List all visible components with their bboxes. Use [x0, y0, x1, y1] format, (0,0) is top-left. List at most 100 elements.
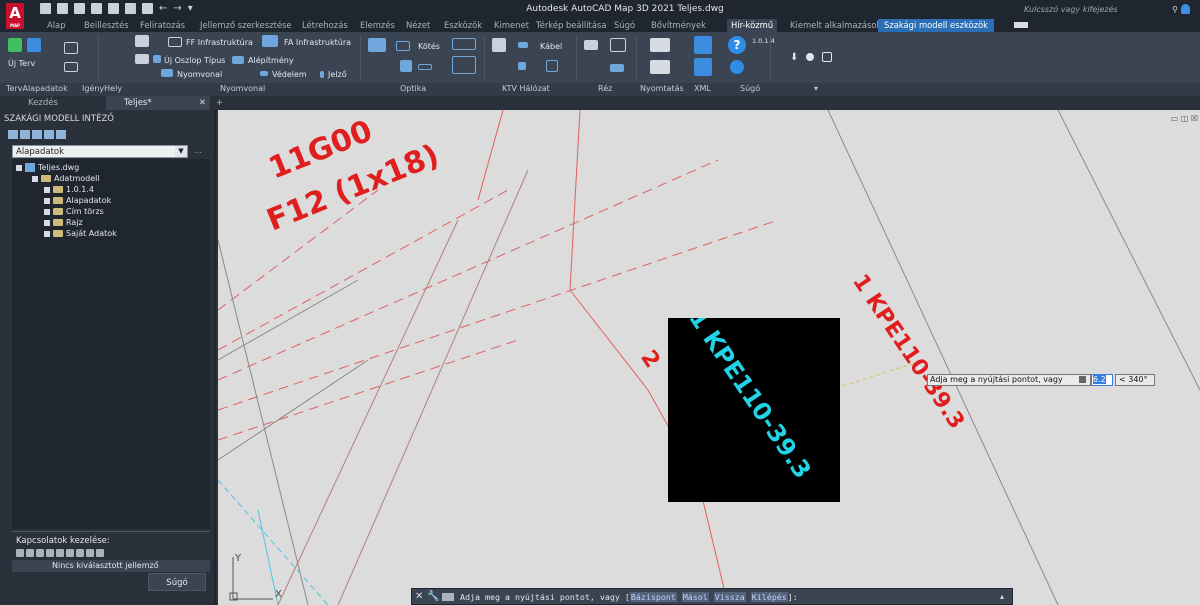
tab-nezet[interactable]: Nézet: [406, 19, 430, 32]
info-small-icon[interactable]: [806, 53, 814, 61]
print-layout-icon[interactable]: [650, 38, 670, 52]
tab-kimenet[interactable]: Kimenet: [494, 19, 529, 32]
tab-beillesztes[interactable]: Beillesztés: [84, 19, 129, 32]
customize-icon[interactable]: 🔧: [427, 591, 439, 602]
expand-node-icon[interactable]: [44, 219, 50, 226]
ktv-tap-icon[interactable]: [546, 60, 558, 72]
edit-plan-icon[interactable]: [27, 38, 41, 52]
option-kilepes[interactable]: Kilépés: [750, 592, 788, 602]
close-tab-icon[interactable]: ✕: [199, 96, 206, 110]
ff-infrastructure-button[interactable]: FF Infrastruktúra: [186, 38, 253, 47]
tab-hir-kozmu[interactable]: Hír-közmű: [727, 19, 778, 32]
option-masol[interactable]: Másol: [681, 592, 709, 602]
tree-root[interactable]: Teljes.dwg: [16, 163, 79, 172]
tree-item[interactable]: 1.0.1.4: [44, 185, 94, 194]
expand-node-icon[interactable]: [44, 197, 50, 204]
panel-nyomvonal[interactable]: Nyomvonal: [220, 84, 265, 93]
tab-bovitmenyek[interactable]: Bővítmények: [651, 19, 706, 32]
panel-sugo[interactable]: Súgó: [740, 84, 760, 93]
expand-node-icon[interactable]: [44, 186, 50, 193]
prompt-options-icon[interactable]: [1079, 376, 1086, 383]
workspace-switch-icon[interactable]: [1014, 22, 1028, 28]
command-line[interactable]: ✕ 🔧 Adja meg a nyújtási pontot, vagy [Bá…: [411, 588, 1013, 605]
search-icon[interactable]: ⚲: [1172, 3, 1178, 16]
dataset-select[interactable]: Alapadatok ▼: [12, 145, 188, 158]
tab-terkep-beallitasa[interactable]: Térkép beállítása: [536, 19, 606, 32]
option-vissza[interactable]: Vissza: [713, 592, 746, 602]
table-icon[interactable]: [26, 549, 34, 557]
copper-box-icon[interactable]: [610, 64, 624, 72]
protection-button[interactable]: Védelem: [272, 70, 307, 79]
close-command-icon[interactable]: ✕: [415, 591, 423, 602]
command-history-icon[interactable]: [442, 593, 454, 601]
optic-node-icon[interactable]: [400, 60, 412, 72]
command-dropdown-icon[interactable]: ▴: [1000, 592, 1004, 601]
link-icon[interactable]: [66, 549, 74, 557]
drawing-canvas[interactable]: ▭ ◫ ☒ 11G00 F12 (1x18) 1 KPE110-39.3 2 1…: [218, 110, 1200, 605]
chevron-down-icon[interactable]: ▼: [175, 146, 187, 157]
help-icon[interactable]: ?: [728, 36, 746, 54]
tab-feliratozas[interactable]: Feliratozás: [140, 19, 185, 32]
panel-nyomtatas[interactable]: Nyomtatás: [640, 84, 684, 93]
expand-node-icon[interactable]: [44, 208, 50, 215]
edit-small-icon[interactable]: [822, 52, 832, 62]
new-plan-button[interactable]: Új Terv: [8, 59, 35, 68]
collapse-icon[interactable]: [32, 175, 38, 182]
cable-button[interactable]: Kábel: [540, 42, 562, 51]
viewport-controls-icon[interactable]: ▭ ◫ ☒: [1171, 114, 1198, 123]
new-tab-icon[interactable]: +: [212, 96, 228, 110]
filter-icon[interactable]: [20, 130, 30, 139]
settings-icon[interactable]: [56, 130, 66, 139]
help-button[interactable]: Súgó: [148, 573, 206, 591]
expand-node-icon[interactable]: [44, 230, 50, 237]
angle-input[interactable]: < 340°: [1115, 374, 1155, 386]
new-plan-icon[interactable]: [8, 38, 22, 52]
panel-ktv-halozat[interactable]: KTV Hálózat: [502, 84, 550, 93]
pointer-icon[interactable]: [46, 549, 54, 557]
optic-icon[interactable]: [368, 38, 386, 52]
igenyhely-icon[interactable]: [64, 42, 78, 54]
new-column-type-button[interactable]: Új Oszlop Típus: [164, 56, 225, 65]
tab-eszkozok[interactable]: Eszközök: [444, 19, 482, 32]
tab-start[interactable]: Kezdés: [0, 96, 106, 110]
panel-expand-icon[interactable]: ▾: [814, 84, 818, 93]
user-icon[interactable]: [1181, 4, 1190, 14]
distance-input[interactable]: 6.2: [1091, 374, 1113, 386]
network-icon[interactable]: [96, 549, 104, 557]
route-button[interactable]: Nyomvonal: [177, 70, 222, 79]
splitter-icon[interactable]: [452, 38, 476, 50]
tab-sugo[interactable]: Súgó: [614, 19, 635, 32]
prev-icon[interactable]: [76, 549, 84, 557]
igenyhely-2-icon[interactable]: [64, 62, 78, 72]
application-menu-button[interactable]: A MAP: [6, 3, 24, 29]
copper-add-icon[interactable]: [610, 38, 626, 52]
splice-button[interactable]: Kötés: [418, 42, 440, 51]
marker-button[interactable]: Jelző: [328, 70, 347, 79]
grid-icon[interactable]: [44, 130, 54, 139]
tab-kiemelt-alkalmazasok[interactable]: Kiemelt alkalmazások: [790, 19, 881, 32]
label-preview[interactable]: 1 KPE110-39.3: [668, 318, 840, 502]
panel-tervalapadatok[interactable]: TervAlapadatok: [6, 84, 68, 93]
panel-igenyhely[interactable]: IgényHely: [82, 84, 122, 93]
panel-xml[interactable]: XML: [694, 84, 711, 93]
print-icon[interactable]: [650, 60, 670, 74]
optic-rack-icon[interactable]: [452, 56, 476, 74]
ktv-amp-icon[interactable]: [518, 62, 526, 70]
more-options-icon[interactable]: …: [194, 146, 202, 155]
tree-item[interactable]: Rajz: [44, 218, 83, 227]
tab-elemzes[interactable]: Elemzés: [360, 19, 395, 32]
tree-item[interactable]: Alapadatok: [44, 196, 111, 205]
tree-adatmodell[interactable]: Adatmodell: [32, 174, 100, 183]
refresh-icon[interactable]: [8, 130, 18, 139]
xml-import-icon[interactable]: [694, 58, 712, 76]
tab-alap[interactable]: Alap: [47, 19, 66, 32]
info-icon[interactable]: [16, 549, 24, 557]
infrastructure-ff-icon[interactable]: [135, 35, 149, 47]
xml-export-icon[interactable]: [694, 36, 712, 54]
next-icon[interactable]: [86, 549, 94, 557]
search-input[interactable]: Kulcsszó vagy kifejezés ⚲: [1020, 3, 1190, 16]
option-bazispont[interactable]: Bázispont: [629, 592, 677, 602]
expand-icon[interactable]: [32, 130, 42, 139]
panel-rez[interactable]: Réz: [598, 84, 612, 93]
ktv-icon[interactable]: [492, 38, 506, 52]
